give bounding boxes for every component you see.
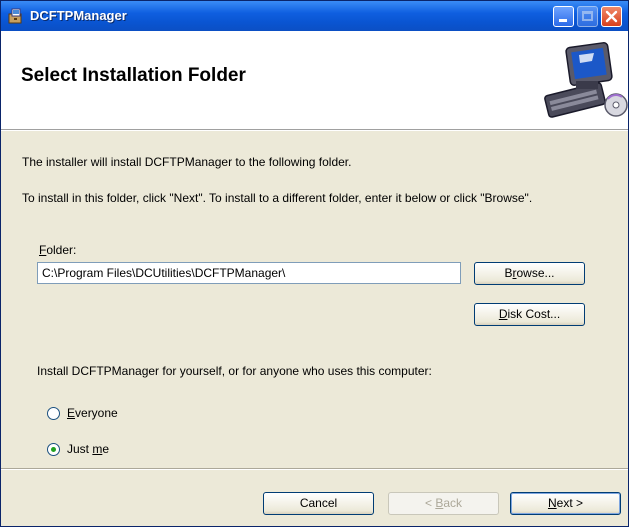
folder-label-text: older:: [46, 243, 77, 257]
computer-install-graphic-icon: [544, 42, 628, 118]
close-icon: [605, 10, 618, 23]
minimize-button[interactable]: [553, 6, 574, 27]
just-me-text-post: e: [102, 442, 110, 456]
radio-everyone-label: Everyone: [67, 406, 118, 420]
just-me-text-pre: Just: [67, 442, 93, 456]
maximize-icon: [582, 11, 593, 21]
back-text-post: ack: [443, 496, 463, 510]
next-text-post: ext >: [556, 496, 584, 510]
footer-divider: [1, 468, 628, 470]
just-me-mnemonic: m: [92, 442, 103, 456]
window-title: DCFTPManager: [30, 8, 127, 23]
cancel-text: Cancel: [299, 496, 338, 510]
installer-window: DCFTPManager Select Installation Folder: [0, 0, 629, 527]
install-for-prompt: Install DCFTPManager for yourself, or fo…: [37, 364, 432, 378]
radio-just-me[interactable]: [47, 443, 60, 456]
browse-text-pre: B: [504, 266, 513, 280]
cancel-button[interactable]: Cancel: [263, 492, 374, 515]
minimize-icon: [559, 19, 567, 22]
browse-text-post: owse...: [516, 266, 555, 280]
install-instructions: To install in this folder, click "Next".…: [22, 191, 533, 205]
folder-path-input[interactable]: [37, 262, 461, 284]
radio-selected-dot: [51, 447, 56, 452]
everyone-text-post: veryone: [75, 406, 118, 420]
install-description: The installer will install DCFTPManager …: [22, 155, 352, 169]
radio-option-everyone[interactable]: Everyone: [47, 405, 167, 423]
installer-package-icon: [8, 8, 22, 24]
disk-cost-text-post: isk Cost...: [507, 307, 561, 321]
maximize-button: [577, 6, 598, 27]
close-button[interactable]: [601, 6, 622, 27]
everyone-mnemonic: E: [67, 406, 76, 420]
radio-everyone[interactable]: [47, 407, 60, 420]
page-title: Select Installation Folder: [21, 65, 246, 86]
header-banner: Select Installation Folder: [1, 31, 628, 130]
disk-cost-button[interactable]: Disk Cost...: [474, 303, 585, 326]
back-button: < Back: [388, 492, 499, 515]
browse-button[interactable]: Browse...: [474, 262, 585, 285]
title-bar[interactable]: DCFTPManager: [1, 1, 628, 31]
radio-option-just-me[interactable]: Just me: [47, 441, 167, 459]
folder-label: Folder:: [39, 243, 76, 257]
back-text-pre: <: [424, 496, 436, 510]
next-button[interactable]: Next >: [510, 492, 621, 515]
radio-just-me-label: Just me: [67, 442, 109, 456]
next-mnemonic: N: [547, 496, 557, 510]
